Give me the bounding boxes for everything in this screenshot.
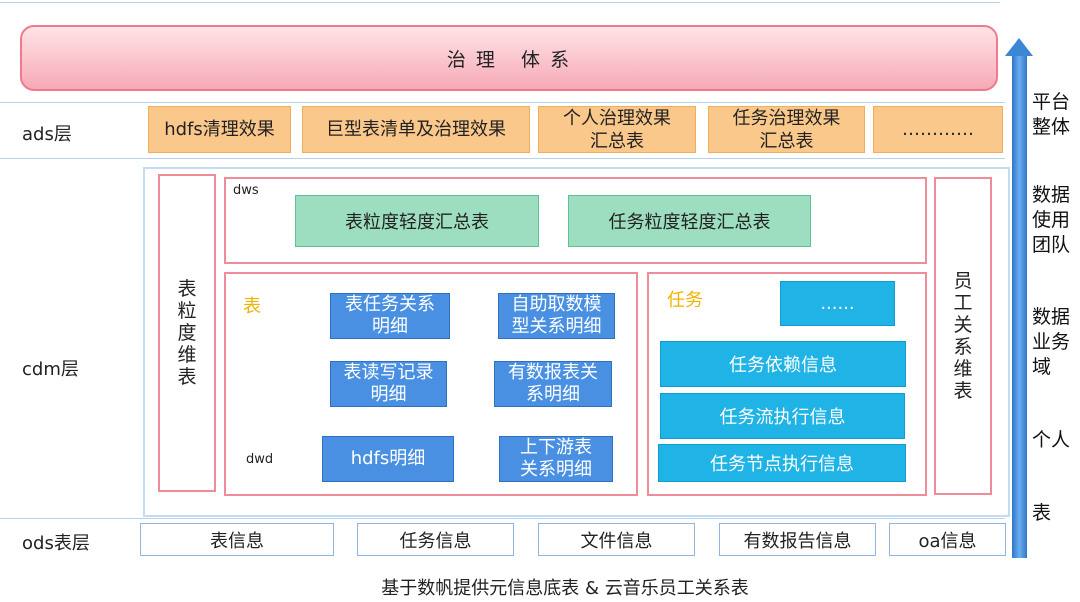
up-arrow-icon [1005, 38, 1033, 56]
task-box-label: ...... [820, 293, 855, 314]
employee-dimension-label: 员工关系维表 [953, 270, 973, 402]
ods-box-task-info: 任务信息 [357, 523, 514, 556]
dws-box-label: 表粒度轻度汇总表 [345, 212, 489, 233]
footer-note: 基于数帆提供元信息底表 & 云音乐员工关系表 [381, 578, 749, 599]
dws-box-label: 任务粒度轻度汇总表 [608, 212, 771, 233]
side-label-platform: 平台 整体 [1032, 91, 1071, 138]
dwd-box-report-relation: 有数报表关 系明细 [494, 361, 612, 407]
side-label-data-team: 数据 使用 团队 [1032, 184, 1071, 256]
dwd-box-line1: 自助取数模 [511, 294, 602, 315]
table-dimension-label: 表粒度维表 [177, 278, 197, 388]
side-label-personal: 个人 [1032, 429, 1071, 451]
ods-box-label: 文件信息 [580, 530, 653, 552]
dwd-box-lineage-relation: 上下游表 关系明细 [499, 436, 613, 482]
table-dimension-box: 表粒度维表 [158, 174, 216, 492]
ods-box-oa-info: oa信息 [889, 523, 1006, 556]
dwd-table-title: 表 [243, 296, 261, 317]
employee-dimension-box: 员工关系维表 [934, 177, 992, 495]
layer-label-ads: ads层 [22, 124, 72, 145]
dwd-box-line2: 明细 [370, 384, 407, 405]
dws-box-task: 任务粒度轻度汇总表 [568, 195, 811, 247]
ods-box-label: 任务信息 [399, 530, 472, 552]
ads-box-label: hdfs清理效果 [164, 119, 275, 140]
ads-box-label: ………… [902, 119, 974, 140]
ads-box-more: ………… [873, 106, 1003, 153]
ods-box-label: 表信息 [210, 530, 264, 552]
dwd-task-title: 任务 [667, 290, 703, 311]
dwd-box-line1: 上下游表 [520, 437, 592, 458]
layer-label-cdm: cdm层 [22, 359, 79, 380]
dwd-box-line2: 明细 [372, 316, 408, 337]
task-box-flow-execution: 任务流执行信息 [660, 393, 905, 439]
dws-box-table: 表粒度轻度汇总表 [295, 195, 539, 247]
ods-box-label: oa信息 [918, 530, 977, 552]
side-label-business-domain: 数据 业务 域 [1032, 306, 1071, 378]
dwd-box-line1: hdfs明细 [350, 448, 426, 469]
top-separator [0, 2, 1000, 3]
ods-box-file-info: 文件信息 [538, 523, 695, 556]
task-box-label: 任务节点执行信息 [710, 454, 854, 475]
task-box-more: ...... [780, 281, 895, 326]
up-arrow-shaft [1012, 52, 1027, 558]
banner-title: 治 理 体 系 [446, 48, 572, 71]
governance-banner: 治 理 体 系 [20, 25, 998, 91]
ads-box-line2: 汇总表 [590, 130, 644, 152]
ads-bottom-separator [0, 158, 1005, 159]
ods-box-label: 有数报告信息 [743, 530, 852, 552]
ads-box-personal-summary: 个人治理效果 汇总表 [538, 106, 696, 153]
ads-box-line1: 任务治理效果 [732, 107, 841, 129]
ads-top-separator [0, 102, 1005, 103]
dwd-box-line2: 关系明细 [520, 459, 592, 480]
dwd-box-read-write-record: 表读写记录 明细 [330, 361, 447, 407]
task-box-label: 任务流执行信息 [719, 407, 846, 428]
ods-box-report-info: 有数报告信息 [719, 523, 876, 556]
ods-top-separator [0, 518, 1005, 519]
side-label-table: 表 [1032, 502, 1052, 524]
dwd-box-line1: 表读写记录 [343, 362, 434, 383]
dwd-box-line1: 有数报表关 [508, 362, 598, 383]
ads-box-label: 巨型表清单及治理效果 [326, 119, 506, 140]
task-box-node-execution: 任务节点执行信息 [658, 444, 906, 482]
task-box-label: 任务依赖信息 [729, 355, 837, 376]
task-box-dependency: 任务依赖信息 [660, 341, 906, 387]
dwd-box-table-task-relation: 表任务关系 明细 [330, 293, 450, 339]
ads-box-task-summary: 任务治理效果 汇总表 [708, 106, 865, 153]
ads-box-huge-table: 巨型表清单及治理效果 [302, 106, 530, 153]
ods-box-table-info: 表信息 [140, 523, 334, 556]
dwd-box-hdfs-detail: hdfs明细 [322, 436, 454, 482]
layer-label-ods: ods表层 [22, 533, 90, 554]
ads-box-line1: 个人治理效果 [563, 107, 671, 129]
dwd-box-self-service-model: 自助取数模 型关系明细 [498, 293, 615, 339]
dws-tag: dws [233, 183, 259, 198]
dwd-box-line2: 系明细 [526, 384, 580, 405]
dwd-box-line1: 表任务关系 [345, 294, 435, 315]
dwd-tag: dwd [246, 452, 274, 467]
dwd-box-line2: 型关系明细 [511, 316, 602, 337]
ads-box-line2: 汇总表 [759, 130, 814, 152]
ads-box-hdfs-cleanup: hdfs清理效果 [148, 106, 291, 153]
